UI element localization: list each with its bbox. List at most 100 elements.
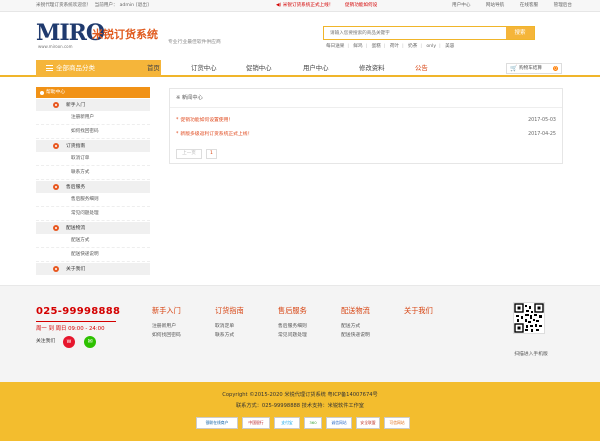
hotword[interactable]: 荷叶 [390, 44, 399, 49]
top-link-site-nav[interactable]: 网站导航 [486, 3, 504, 8]
footer-link[interactable]: 注册新用户 [152, 322, 181, 331]
site-header: MIRO www.miroon.com 米锐订货系统 专业行业最佳软件供应商 搜… [0, 12, 600, 60]
nav-user-center[interactable]: 用户中心 [303, 60, 329, 77]
sidebar-group-title[interactable]: 关于我们 [36, 262, 150, 275]
bullet-icon [53, 224, 59, 231]
contact-line: 联系方式：025-99998888 技术支持：米锐软件工作室 [235, 403, 364, 409]
hotword[interactable]: 美容 [445, 44, 454, 49]
logo-slogan: 专业行业最佳软件供应商 [168, 40, 221, 45]
footer-link[interactable]: 配送方式 [341, 322, 370, 331]
welcome-text: 米锐代理订货系统欢迎您！ [36, 3, 92, 8]
menu-icon [46, 65, 53, 71]
sidebar-group-title[interactable]: 售后服务 [36, 180, 150, 193]
logo-url: www.miroon.com [38, 44, 73, 49]
sidebar-group-title[interactable]: 新手入门 [36, 98, 150, 111]
sidebar-link[interactable]: 如何找回密码 [36, 125, 150, 139]
top-notice-2[interactable]: 促销功能如何设 [345, 0, 377, 12]
sidebar-link[interactable]: 联系方式 [36, 166, 150, 180]
current-user: admin [119, 3, 134, 8]
sidebar-group-title[interactable]: 配送物流 [36, 221, 150, 234]
sidebar-group: 关于我们 [36, 262, 150, 275]
security-badge[interactable]: 安全联盟 [356, 417, 380, 429]
top-link-user-center[interactable]: 用户中心 [452, 3, 470, 8]
follow-label: 关注我们 [36, 339, 56, 344]
current-user-label: 当前用户： [94, 3, 118, 8]
star-icon: * [176, 132, 179, 137]
news-item-date: 2017-05-03 [528, 118, 556, 123]
sidebar-link[interactable]: 配送快递说明 [36, 248, 150, 262]
footer-col-aftersale: 售后服务 售后服务细则 常见问题处理 [278, 306, 307, 340]
star-icon: * [176, 118, 179, 123]
top-bar: 米锐代理订货系统欢迎您！ 当前用户： admin [退出] ◀) 米锐订货系统正式上… [0, 0, 600, 12]
pager-prev-button[interactable]: 上一页 [176, 149, 202, 159]
sidebar-group-title[interactable]: 订货指南 [36, 139, 150, 152]
unionpay-badge[interactable]: 银联在线商户 [196, 417, 238, 429]
hotword[interactable]: 鲜鸡 [353, 44, 362, 49]
search-input[interactable] [324, 27, 506, 39]
weibo-icon[interactable]: w [63, 336, 75, 348]
news-item[interactable]: * 新版多级返利订货系统正式上线！ 2017-04-25 [176, 130, 556, 140]
sidebar-link[interactable]: 取消订单 [36, 152, 150, 166]
footer-link[interactable]: 配送快递说明 [341, 331, 370, 340]
footer-link[interactable]: 售后服务细则 [278, 322, 307, 331]
hotword[interactable]: 奶茶 [408, 44, 417, 49]
news-item[interactable]: * 促销功能如何设置使用！ 2017-05-03 [176, 116, 556, 126]
footer-link[interactable]: 联系方式 [215, 331, 244, 340]
all-categories-button[interactable]: 全部商品分类 [36, 60, 161, 77]
nav-announcement[interactable]: 公告 [415, 60, 428, 77]
nav-promo-center[interactable]: 促销中心 [246, 60, 272, 77]
search-box: 搜索 [323, 26, 535, 40]
footer-col-about: 关于我们 [404, 306, 433, 322]
nav-home[interactable]: 首页 [147, 60, 160, 77]
hotword[interactable]: 每日送果 [326, 44, 344, 49]
top-link-admin[interactable]: 管理后台 [554, 3, 572, 8]
footer: 025-99998888 周一 到 周日 09:00 - 24:00 关注我们 … [0, 285, 600, 382]
copyright: Copyright ©2015-2020 米锐代理订货系统 粤ICP备14007… [222, 392, 378, 398]
trust-badges: 银联在线商户 中国银行 支付宝 360 诚信网站 安全联盟 可信网站 [196, 417, 410, 429]
nav-edit-profile[interactable]: 修改资料 [359, 60, 385, 77]
sidebar-link[interactable]: 售后服务细则 [36, 193, 150, 207]
cart-label: 购物车结算 [519, 66, 542, 71]
alipay-badge[interactable]: 支付宝 [274, 417, 300, 429]
cart-count-badge: 0 [553, 66, 558, 71]
pager-page-1[interactable]: 1 [206, 149, 217, 159]
footer-col-delivery: 配送物流 配送方式 配送快递说明 [341, 306, 370, 340]
top-link-online-service[interactable]: 在线客服 [520, 3, 538, 8]
qr-code-icon [513, 302, 545, 334]
bullet-icon [53, 142, 59, 149]
speaker-icon: ◀) [276, 3, 283, 8]
footer-link[interactable]: 常见问题处理 [278, 331, 307, 340]
news-item-date: 2017-04-25 [528, 132, 556, 137]
wechat-icon[interactable]: ✉ [84, 336, 96, 348]
footer-link[interactable]: 如何找回密码 [152, 331, 181, 340]
footer-phone: 025-99998888 [36, 306, 121, 317]
search-button[interactable]: 搜索 [506, 27, 534, 39]
news-item-title: 新版多级返利订货系统正式上线！ [180, 132, 253, 137]
nav-order-center[interactable]: 订货中心 [191, 60, 217, 77]
logo[interactable]: MIRO www.miroon.com 米锐订货系统 专业行业最佳软件供应商 [36, 22, 221, 52]
credible-badge[interactable]: 可信网站 [384, 417, 410, 429]
sidebar-link[interactable]: 配送方式 [36, 234, 150, 248]
news-panel: ※ 新闻中心 * 促销功能如何设置使用！ 2017-05-03 * 新版多级返利订货… [169, 88, 563, 164]
footer-col-newbie: 新手入门 注册新用户 如何找回密码 [152, 306, 181, 340]
bullet-icon [53, 183, 59, 190]
hotword[interactable]: 蛋糕 [372, 44, 381, 49]
footer-col-title[interactable]: 关于我们 [404, 306, 433, 317]
trust-site-badge[interactable]: 诚信网站 [326, 417, 352, 429]
help-sidebar: 帮助中心 新手入门 注册新用户 如何找回密码 订货指南 取消订单 联系方式 售后… [36, 87, 150, 283]
hotword[interactable]: only [426, 44, 436, 49]
360-badge[interactable]: 360 [304, 417, 322, 429]
cart-button[interactable]: 🛒 购物车结算 0 [506, 63, 562, 74]
top-notice-1[interactable]: ◀) 米锐订货系统正式上线！ [276, 0, 333, 12]
footer-col-order: 订货指南 取消定单 联系方式 [215, 306, 244, 340]
logout-link[interactable]: [退出] [136, 3, 149, 8]
footer-hours: 周一 到 周日 09:00 - 24:00 [36, 321, 116, 332]
news-item-title: 促销功能如何设置使用！ [180, 118, 234, 123]
footer-col-title: 订货指南 [215, 306, 244, 315]
sidebar-link[interactable]: 常见问题处理 [36, 207, 150, 221]
footer-col-title: 售后服务 [278, 306, 307, 315]
boc-badge[interactable]: 中国银行 [242, 417, 270, 429]
footer-link[interactable]: 取消定单 [215, 322, 244, 331]
sidebar-link[interactable]: 注册新用户 [36, 111, 150, 125]
sidebar-group: 配送物流 配送方式 配送快递说明 [36, 221, 150, 262]
